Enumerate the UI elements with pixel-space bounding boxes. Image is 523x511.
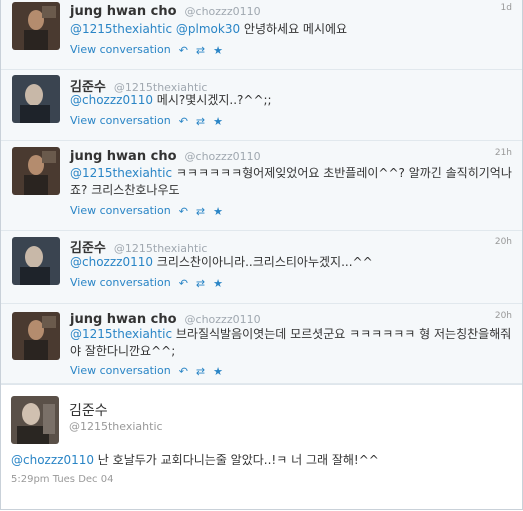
tweet-timestamp[interactable]: 20h [495,237,512,247]
mention-link[interactable]: @plmok30 [176,22,240,36]
tweet[interactable]: jung hwan cho @chozzz0110 1d @1215thexiah… [1,0,522,70]
star-icon[interactable]: ★ [213,44,223,57]
mention-link[interactable]: @chozzz0110 [70,255,153,269]
conversation-thread: jung hwan cho @chozzz0110 1d @1215thexiah… [0,0,523,510]
mention-link[interactable]: @1215thexiahtic [70,166,172,180]
tweet-timestamp[interactable]: 21h [495,148,512,158]
author-handle[interactable]: @chozzz0110 [185,5,261,18]
reply-icon[interactable]: ↶ [179,365,188,378]
tweet-actions: View conversation ↶ ⇄ ★ [70,204,223,218]
focused-tweet: 김준수 @1215thexiahtic @chozzz0110 난 호날두가 교… [1,384,522,509]
avatar[interactable] [12,237,60,285]
author-handle[interactable]: @1215thexiahtic [69,420,163,433]
avatar[interactable] [12,75,60,123]
view-conversation-link[interactable]: View conversation [70,364,171,377]
author-handle[interactable]: @chozzz0110 [185,313,261,326]
tweet[interactable]: 김준수 @1215thexiahtic 20h @chozzz0110 크리스찬이… [1,231,522,304]
mention-link[interactable]: @1215thexiahtic [70,327,172,341]
tweet-text: @1215thexiahtic 브라질식발음이엿는데 모르셧군요 ㅋㅋㅋㅋㅋㅋ … [70,327,512,358]
tweet-actions: View conversation ↶ ⇄ ★ [70,276,223,290]
retweet-icon[interactable]: ⇄ [196,365,205,378]
avatar[interactable] [12,2,60,50]
mention-link[interactable]: @chozzz0110 [70,93,153,107]
reply-icon[interactable]: ↶ [179,115,188,128]
tweet-timestamp[interactable]: 5:29pm Tues Dec 04 [11,474,113,485]
view-conversation-link[interactable]: View conversation [70,276,171,289]
star-icon[interactable]: ★ [213,365,223,378]
tweet[interactable]: jung hwan cho @chozzz0110 21h @1215thexia… [1,141,522,231]
reply-icon[interactable]: ↶ [179,277,188,290]
author-name[interactable]: 김준수 [69,400,108,420]
author-name[interactable]: jung hwan cho @chozzz0110 [70,4,261,19]
avatar[interactable] [12,312,60,360]
view-conversation-link[interactable]: View conversation [70,204,171,217]
tweet[interactable]: jung hwan cho @chozzz0110 20h @1215thexia… [1,304,522,384]
tweet-timestamp[interactable]: 1d [501,3,512,13]
view-conversation-link[interactable]: View conversation [70,114,171,127]
author-handle[interactable]: @chozzz0110 [185,150,261,163]
retweet-icon[interactable]: ⇄ [196,44,205,57]
reply-icon[interactable]: ↶ [179,44,188,57]
retweet-icon[interactable]: ⇄ [196,205,205,218]
tweet-text: @chozzz0110 난 호날두가 교회다니는줄 알았다..!ㅋ 너 그래 잘… [11,453,379,467]
star-icon[interactable]: ★ [213,205,223,218]
tweet-actions: View conversation ↶ ⇄ ★ [70,43,223,57]
tweet-text: @chozzz0110 크리스찬이아니라..크리스티아누겠지...^^ [70,255,373,269]
mention-link[interactable]: @chozzz0110 [11,453,94,467]
retweet-icon[interactable]: ⇄ [196,277,205,290]
author-name[interactable]: jung hwan cho @chozzz0110 [70,149,261,164]
mention-link[interactable]: @1215thexiahtic [70,22,172,36]
star-icon[interactable]: ★ [213,115,223,128]
tweet-text: @1215thexiahtic ㅋㅋㅋㅋㅋㅋ형어제잊었어요 초반플레이^^? 알… [70,166,512,197]
tweet-text: @1215thexiahtic @plmok30 안녕하세요 메시에요 [70,22,348,36]
tweet-actions: View conversation ↶ ⇄ ★ [70,364,223,378]
avatar[interactable] [11,396,59,444]
retweet-icon[interactable]: ⇄ [196,115,205,128]
tweet-text: @chozzz0110 메시?몇시겠지..?^^;; [70,93,272,107]
tweet-actions: View conversation ↶ ⇄ ★ [70,114,223,128]
tweet[interactable]: 김준수 @1215thexiahtic @chozzz0110 메시?몇시겠지..… [1,70,522,141]
reply-icon[interactable]: ↶ [179,205,188,218]
view-conversation-link[interactable]: View conversation [70,43,171,56]
star-icon[interactable]: ★ [213,277,223,290]
tweet-timestamp[interactable]: 20h [495,311,512,321]
avatar[interactable] [12,147,60,195]
author-name[interactable]: jung hwan cho @chozzz0110 [70,312,261,327]
